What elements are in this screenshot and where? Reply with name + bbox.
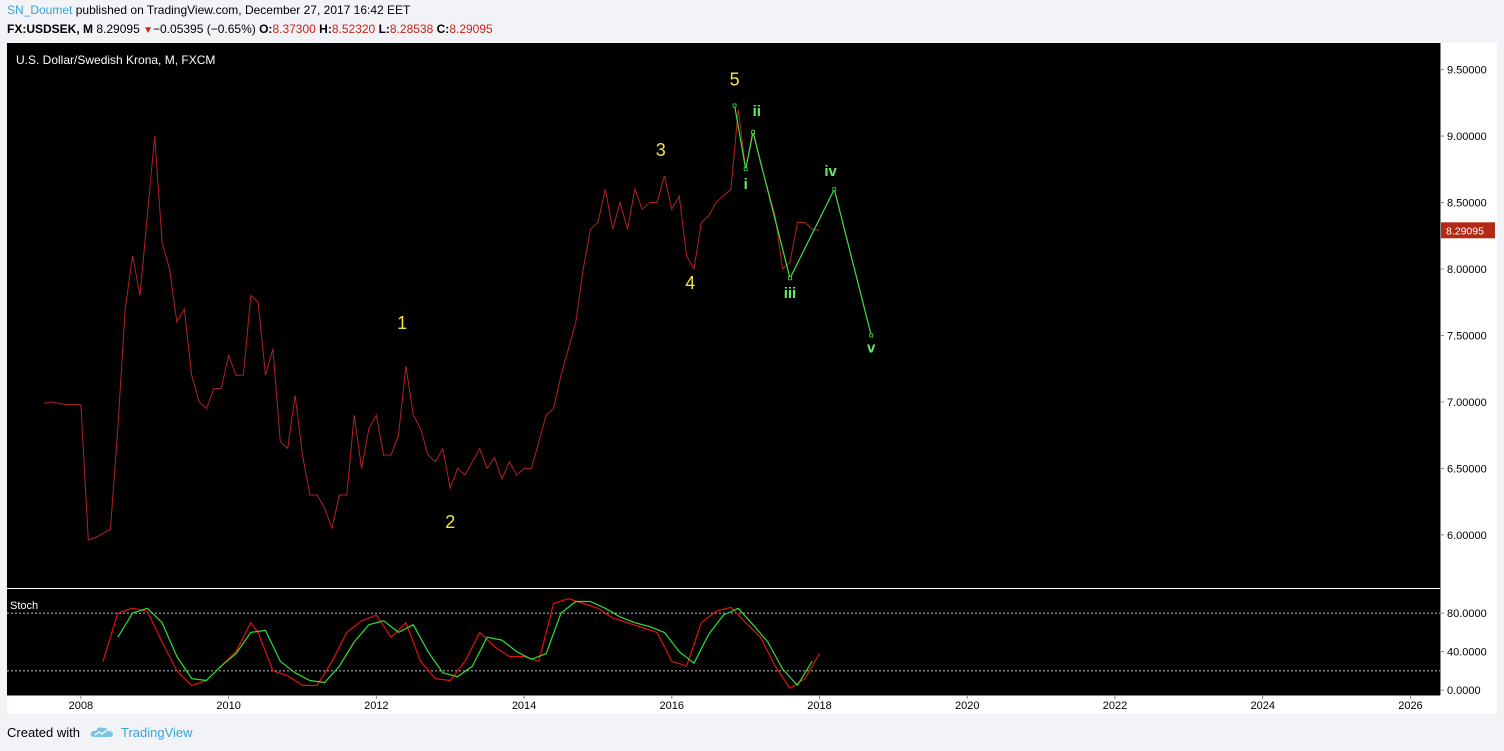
created-with-text: Created with (7, 725, 80, 740)
time-tick-label: 2010 (216, 700, 240, 712)
low-label: L: (378, 22, 390, 36)
price-tick-label: 8.00000 (1447, 264, 1487, 276)
low-value: 8.28538 (389, 22, 434, 36)
publish-line: SN_Doumet published on TradingView.com, … (7, 3, 410, 17)
time-tick-label: 2018 (807, 700, 831, 712)
chart-title: U.S. Dollar/Swedish Krona, M, FXCM (16, 53, 215, 67)
price-tick-label: 6.00000 (1447, 530, 1487, 542)
tradingview-link[interactable]: TradingView (121, 725, 193, 740)
time-tick-label: 2014 (512, 700, 536, 712)
author-link[interactable]: SN_Doumet (7, 3, 72, 17)
stoch-tick-label: 80.0000 (1447, 608, 1487, 620)
close-value: 8.29095 (449, 22, 493, 36)
price-tick-label: 9.00000 (1447, 131, 1487, 143)
chart-area[interactable]: U.S. Dollar/Swedish Krona, M, FXCM Stoch… (7, 43, 1497, 714)
open-value: 8.37300 (272, 22, 316, 36)
wave-label-5: 5 (730, 70, 740, 90)
price-tick-label: 6.50000 (1447, 463, 1487, 475)
time-tick-label: 2012 (364, 700, 388, 712)
wave-point (832, 187, 837, 192)
time-tick-label: 2022 (1103, 700, 1127, 712)
price-tick-label: 7.50000 (1447, 330, 1487, 342)
stoch-pane[interactable] (7, 589, 1440, 695)
time-tick-label: 2008 (69, 700, 93, 712)
wave-label-i: i (744, 176, 748, 193)
price-tick-label: 7.00000 (1447, 397, 1487, 409)
time-tick-label: 2020 (955, 700, 979, 712)
chart-svg[interactable]: U.S. Dollar/Swedish Krona, M, FXCM Stoch… (7, 43, 1497, 714)
wave-point (788, 276, 792, 281)
stoch-title: Stoch (10, 600, 38, 612)
wave-point (743, 167, 748, 172)
wave-label-4: 4 (685, 273, 695, 293)
time-tick-label: 2024 (1250, 700, 1274, 712)
tradingview-cloud-icon (90, 727, 113, 737)
last-price-tag-label: 8.29095 (1446, 225, 1484, 237)
wave-label-3: 3 (656, 140, 666, 160)
time-tick-label: 2016 (660, 700, 684, 712)
wave-point (751, 130, 755, 134)
wave-label-1: 1 (397, 313, 407, 333)
down-arrow-icon: ▼ (143, 25, 153, 36)
wave-label-ii: ii (753, 103, 761, 120)
wave-label-iii: iii (784, 285, 797, 302)
ohlc-line: FX:USDSEK, M 8.29095 ▼−0.05395 (−0.65%) … (7, 22, 493, 36)
price-change: −0.05395 (−0.65%) (153, 22, 256, 36)
price-tick-label: 9.50000 (1447, 65, 1487, 77)
wave-label-2: 2 (445, 512, 455, 532)
high-label: H: (319, 22, 332, 36)
price-tick-label: 8.50000 (1447, 198, 1487, 210)
last-price: 8.29095 (96, 22, 140, 36)
stoch-tick-label: 0.0000 (1447, 685, 1481, 697)
close-label: C: (436, 22, 450, 36)
open-label: O: (259, 22, 273, 36)
footer: Created with TradingView (7, 725, 193, 740)
price-pane[interactable] (7, 43, 1440, 588)
stoch-tick-label: 40.0000 (1447, 647, 1487, 659)
high-value: 8.52320 (331, 22, 376, 36)
wave-label-v: v (867, 340, 876, 357)
wave-label-iv: iv (824, 163, 837, 180)
published-text: published on TradingView.com, December 2… (75, 3, 411, 17)
wave-point (732, 103, 737, 108)
symbol-label: FX:USDSEK, M (7, 22, 94, 36)
time-tick-label: 2026 (1398, 700, 1422, 712)
wave-point (869, 333, 874, 338)
